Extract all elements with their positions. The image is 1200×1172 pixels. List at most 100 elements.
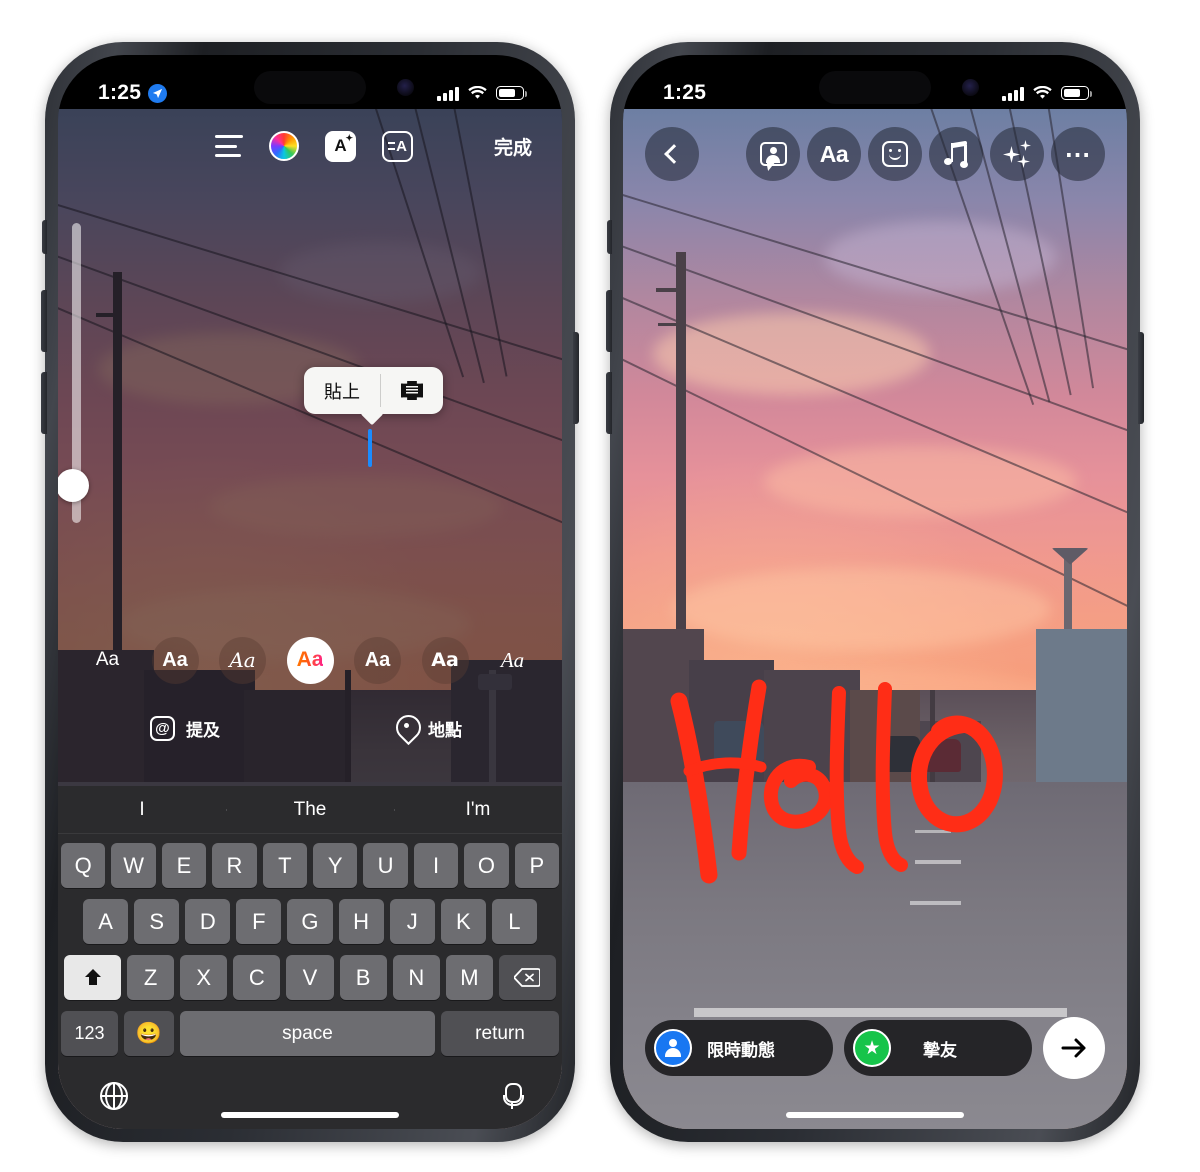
text-effects-icon[interactable]: A (324, 130, 356, 162)
key-q[interactable]: Q (60, 843, 106, 888)
keyboard-row-1: Q W E R T Y U I O P (60, 843, 560, 888)
text-aa-icon: Aa (819, 140, 849, 167)
text-background-icon[interactable]: A (381, 130, 413, 162)
key-c[interactable]: C (233, 955, 281, 1000)
key-b[interactable]: B (339, 955, 387, 1000)
back-button[interactable] (645, 127, 699, 181)
color-wheel-icon[interactable] (268, 131, 299, 161)
font-option-4[interactable]: Aa (354, 636, 401, 684)
keyboard-row-2: A S D F G H J K L (61, 899, 559, 944)
font-option-1[interactable]: Aa (151, 636, 199, 684)
key-h[interactable]: H (338, 899, 384, 944)
key-a[interactable]: A (83, 899, 129, 944)
globe-icon[interactable] (100, 1082, 128, 1110)
status-time: 1:25 (98, 81, 142, 104)
volume-up-button[interactable] (41, 290, 47, 352)
font-option-0[interactable]: Aa (84, 637, 131, 684)
volume-down-button[interactable] (606, 372, 612, 434)
key-r[interactable]: R (212, 843, 257, 888)
left-phone-screen: 1:25 A ✦ A 完成 貼上 Aa Aa Aa Aa Aa Aa Aa @ … (58, 55, 562, 1129)
key-d[interactable]: D (185, 899, 231, 944)
key-f[interactable]: F (236, 899, 282, 944)
numbers-key[interactable]: 123 (61, 1011, 118, 1056)
music-button[interactable] (929, 127, 983, 181)
right-story-photo (623, 109, 1127, 1129)
tag-people-button[interactable] (746, 127, 800, 181)
text-align-icon[interactable] (214, 135, 243, 157)
key-t[interactable]: T (262, 843, 307, 888)
prediction-0[interactable]: I (58, 799, 226, 821)
text-button[interactable]: Aa (807, 127, 861, 181)
prediction-2[interactable]: I'm (394, 799, 562, 821)
mention-button[interactable]: @ 提及 (150, 715, 220, 741)
font-sample: Aa (500, 647, 525, 672)
green-star-icon: ★ (853, 1029, 891, 1067)
prediction-1[interactable]: The (226, 799, 394, 821)
story-editor-toolbar: Aa ⋯ (623, 127, 1127, 181)
font-option-3-selected[interactable]: Aa (286, 636, 334, 684)
key-k[interactable]: K (440, 899, 486, 944)
share-to-close-friends-button[interactable]: ★ 摯友 (844, 1020, 1032, 1076)
location-label: 地點 (428, 720, 462, 740)
key-u[interactable]: U (363, 843, 408, 888)
keyboard-row-3: Z X C V B N M (61, 955, 559, 1000)
wifi-icon (1033, 85, 1052, 99)
key-x[interactable]: X (180, 955, 228, 1000)
sticker-button[interactable] (868, 127, 922, 181)
key-y[interactable]: Y (313, 843, 358, 888)
return-key[interactable]: return (441, 1011, 559, 1056)
font-option-5[interactable]: Aa (421, 636, 469, 684)
right-phone-screen: 1:25 Aa ⋯ 限時動態 ★ 摯友 (623, 55, 1127, 1129)
font-option-2[interactable]: Aa (219, 636, 266, 684)
mute-switch[interactable] (607, 220, 612, 254)
key-s[interactable]: S (134, 899, 180, 944)
key-z[interactable]: Z (127, 955, 175, 1000)
key-p[interactable]: P (514, 843, 560, 888)
key-l[interactable]: L (491, 899, 537, 944)
battery-icon (496, 86, 527, 100)
mute-switch[interactable] (42, 220, 47, 254)
microphone-icon[interactable] (503, 1083, 524, 1109)
volume-down-button[interactable] (41, 372, 47, 434)
shift-key[interactable] (64, 955, 121, 1000)
key-w[interactable]: W (111, 843, 156, 888)
key-v[interactable]: V (286, 955, 334, 1000)
power-button[interactable] (573, 332, 579, 424)
emoji-key[interactable]: 😀 (124, 1011, 174, 1056)
music-note-icon (944, 140, 968, 168)
dynamic-island (819, 71, 931, 104)
cellular-bars-icon (1002, 86, 1024, 101)
space-key[interactable]: space (180, 1011, 435, 1056)
key-n[interactable]: N (392, 955, 440, 1000)
onscreen-keyboard: I The I'm Q W E R T Y U I O P A S D F G … (58, 786, 562, 1129)
power-button[interactable] (1138, 332, 1144, 424)
key-g[interactable]: G (287, 899, 333, 944)
tag-people-icon (759, 142, 787, 171)
send-button[interactable] (1043, 1017, 1105, 1079)
effects-button[interactable] (990, 127, 1044, 181)
font-sample: Aa (431, 649, 459, 671)
font-option-6[interactable]: Aa (489, 637, 536, 684)
emoji-face-icon: 😀 (135, 1021, 163, 1045)
chevron-left-icon (664, 144, 684, 164)
key-o[interactable]: O (464, 843, 509, 888)
text-cursor (368, 429, 372, 467)
done-button[interactable]: 完成 (494, 133, 532, 160)
backspace-key[interactable] (498, 955, 556, 1000)
more-button[interactable]: ⋯ (1051, 127, 1105, 181)
key-e[interactable]: E (161, 843, 207, 888)
font-sample: Aa (296, 648, 324, 671)
share-to-story-button[interactable]: 限時動態 (645, 1020, 833, 1076)
close-friends-label: 摯友 (923, 1040, 957, 1060)
home-indicator[interactable] (786, 1112, 964, 1118)
key-m[interactable]: M (445, 955, 493, 1000)
front-camera-icon (962, 79, 979, 96)
font-sample: Aa (95, 649, 120, 670)
scan-text-button[interactable] (381, 367, 443, 414)
key-i[interactable]: I (413, 843, 459, 888)
volume-up-button[interactable] (606, 290, 612, 352)
key-j[interactable]: J (389, 899, 435, 944)
location-button[interactable]: 地點 (396, 715, 462, 742)
dual-phone-screenshot: 1:25 A ✦ A 完成 貼上 Aa Aa Aa Aa Aa Aa Aa @ … (0, 0, 1200, 1172)
home-indicator[interactable] (221, 1112, 399, 1118)
